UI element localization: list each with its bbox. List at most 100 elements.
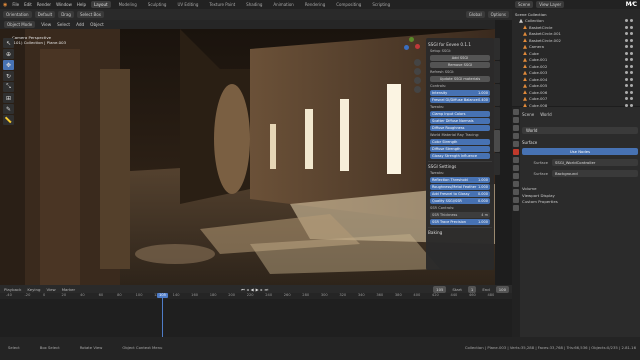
timeline-track-area[interactable]: [0, 299, 512, 337]
diffuse-roughness-toggle[interactable]: Diffuse Roughness: [430, 125, 490, 131]
blender-logo-icon[interactable]: ◉: [3, 2, 7, 8]
gizmo-z-icon[interactable]: [404, 45, 409, 50]
sidebar-tab-screencast[interactable]: [494, 153, 500, 175]
step-forward-icon[interactable]: ▸: [261, 287, 263, 292]
orientation-dropdown[interactable]: Orientation: [3, 11, 32, 18]
ssgi-settings-title[interactable]: SSGI Settings: [428, 161, 492, 170]
drag-dropdown[interactable]: Drag: [58, 11, 74, 18]
ssr-thickness-field[interactable]: SSR Thickness 4 m: [430, 212, 490, 218]
play-reverse-icon[interactable]: ◀: [251, 287, 254, 292]
end-frame-field[interactable]: 100: [495, 285, 509, 293]
constraints-props-icon[interactable]: [513, 189, 519, 195]
workspace-tab-animation[interactable]: Animation: [270, 1, 296, 8]
current-frame-field[interactable]: 105: [433, 285, 447, 293]
scatter-diffuse-normals-toggle[interactable]: Scatter Diffuse Normals: [430, 118, 490, 124]
workspace-tab-layout[interactable]: Layout: [90, 1, 111, 8]
play-icon[interactable]: ▶: [256, 287, 259, 292]
menu-file[interactable]: File: [12, 2, 19, 7]
material-props-icon[interactable]: [513, 205, 519, 211]
sidebar-tab-view[interactable]: [494, 84, 500, 106]
options-dropdown[interactable]: Options: [487, 11, 509, 18]
pan-hand-icon[interactable]: [414, 68, 421, 75]
transform-tool-icon[interactable]: ⊞: [3, 93, 14, 103]
jump-end-icon[interactable]: ⏭: [265, 287, 269, 292]
select-menu[interactable]: Select: [57, 22, 70, 27]
surface-section-header[interactable]: Surface: [522, 140, 638, 145]
3d-viewport[interactable]: Camera Perspective (101) Collection | Pl…: [0, 29, 495, 285]
mode-dropdown[interactable]: Object Mode: [4, 21, 36, 28]
use-nodes-button[interactable]: Use Nodes: [522, 148, 638, 155]
modifier-props-icon[interactable]: [513, 165, 519, 171]
add-fresnel-field[interactable]: Add Fresnel to Glossy 0.000: [430, 191, 490, 197]
default-dropdown[interactable]: Default: [34, 11, 56, 18]
particles-props-icon[interactable]: [513, 173, 519, 179]
menu-render[interactable]: Render: [37, 2, 51, 7]
remove-ssgi-button[interactable]: Remove SSGI: [430, 62, 490, 68]
object-props-icon[interactable]: [513, 157, 519, 163]
gizmo-x-icon[interactable]: [415, 44, 420, 49]
playhead[interactable]: [162, 293, 163, 337]
view-layer-props-icon[interactable]: [513, 133, 519, 139]
view-menu[interactable]: View: [41, 22, 51, 27]
zoom-icon[interactable]: [414, 59, 421, 66]
measure-tool-icon[interactable]: 📏: [3, 115, 14, 125]
workspace-tab-uv-editing[interactable]: UV Editing: [174, 1, 201, 8]
ssr-trace-precision-field[interactable]: SSR Trace Precision 1.000: [430, 219, 490, 225]
menu-help[interactable]: Help: [77, 2, 86, 7]
sidebar-tab-ssgi[interactable]: [494, 130, 500, 152]
transform-orientation-dropdown[interactable]: Global: [465, 11, 485, 18]
gizmo-y-icon[interactable]: [409, 37, 414, 42]
jump-start-icon[interactable]: ⏮: [241, 287, 245, 292]
workspace-tab-rendering[interactable]: Rendering: [302, 1, 328, 8]
add-ssgi-button[interactable]: Add SSGI: [430, 55, 490, 61]
output-props-icon[interactable]: [513, 125, 519, 131]
sidebar-tab-create[interactable]: [494, 107, 500, 129]
select-cursor-icon[interactable]: ↖: [3, 38, 14, 48]
scale-tool-icon[interactable]: ⤡: [3, 82, 14, 92]
render-props-icon[interactable]: [513, 117, 519, 123]
clamp-input-colors-toggle[interactable]: Clamp Input Colors: [430, 111, 490, 117]
keying-menu[interactable]: Keying: [27, 287, 40, 292]
fresnel-balance-field[interactable]: Fresnel GI/Diffuse Balance 0.400: [430, 97, 490, 103]
workspace-tab-modeling[interactable]: Modeling: [116, 1, 140, 8]
timeline-view-menu[interactable]: View: [46, 287, 55, 292]
object-menu[interactable]: Object: [90, 22, 104, 27]
world-name-field[interactable]: World: [522, 127, 638, 134]
scene-props-icon[interactable]: [513, 141, 519, 147]
move-tool-icon[interactable]: ✥: [3, 60, 14, 70]
surface2-value-field[interactable]: Background: [552, 170, 638, 177]
grid-view-icon[interactable]: [414, 86, 421, 93]
sidebar-tab-tool[interactable]: [494, 61, 500, 83]
physics-props-icon[interactable]: [513, 181, 519, 187]
marker-menu[interactable]: Marker: [62, 287, 75, 292]
custom-properties-section[interactable]: Custom Properties: [522, 199, 638, 206]
add-menu[interactable]: Add: [76, 22, 84, 27]
glossy-strength-toggle[interactable]: Glossy Strength Influence: [430, 153, 490, 159]
navigation-gizmo[interactable]: [402, 37, 420, 55]
camera-view-icon[interactable]: [414, 77, 421, 84]
workspace-tab-compositing[interactable]: Compositing: [333, 1, 364, 8]
roughness-feather-field[interactable]: Roughness/Metal Feather 1.000: [430, 184, 490, 190]
data-props-icon[interactable]: [513, 197, 519, 203]
quality-field[interactable]: Quality SSGI/SSR 0.000: [430, 198, 490, 204]
surface-value-field[interactable]: SSGI_WorldController: [552, 159, 638, 166]
workspace-tab-sculpting[interactable]: Sculpting: [145, 1, 170, 8]
rotate-tool-icon[interactable]: ↻: [3, 71, 14, 81]
workspace-tab-texture-paint[interactable]: Texture Paint: [206, 1, 238, 8]
workspace-tab-shading[interactable]: Shading: [243, 1, 265, 8]
menu-window[interactable]: Window: [56, 2, 72, 7]
workspace-tab-scripting[interactable]: Scripting: [369, 1, 393, 8]
color-strength-toggle[interactable]: Color Strength: [430, 139, 490, 145]
playback-menu[interactable]: Playback: [4, 287, 21, 292]
world-props-icon[interactable]: [513, 149, 519, 155]
reflection-threshold-field[interactable]: Reflection Threshold 1.000: [430, 177, 490, 183]
annotate-tool-icon[interactable]: ✎: [3, 104, 14, 114]
cursor-3d-icon[interactable]: ⊕: [3, 49, 14, 59]
select-box-dropdown[interactable]: Select Box: [76, 11, 104, 18]
update-ssgi-materials-button[interactable]: Update SSGI materials: [430, 76, 490, 82]
menu-edit[interactable]: Edit: [24, 2, 32, 7]
baking-section[interactable]: Baking: [428, 227, 492, 236]
start-frame-field[interactable]: 1: [467, 285, 477, 293]
sidebar-tab-item[interactable]: [494, 38, 500, 60]
intensity-field[interactable]: Intensity 1.000: [430, 90, 490, 96]
